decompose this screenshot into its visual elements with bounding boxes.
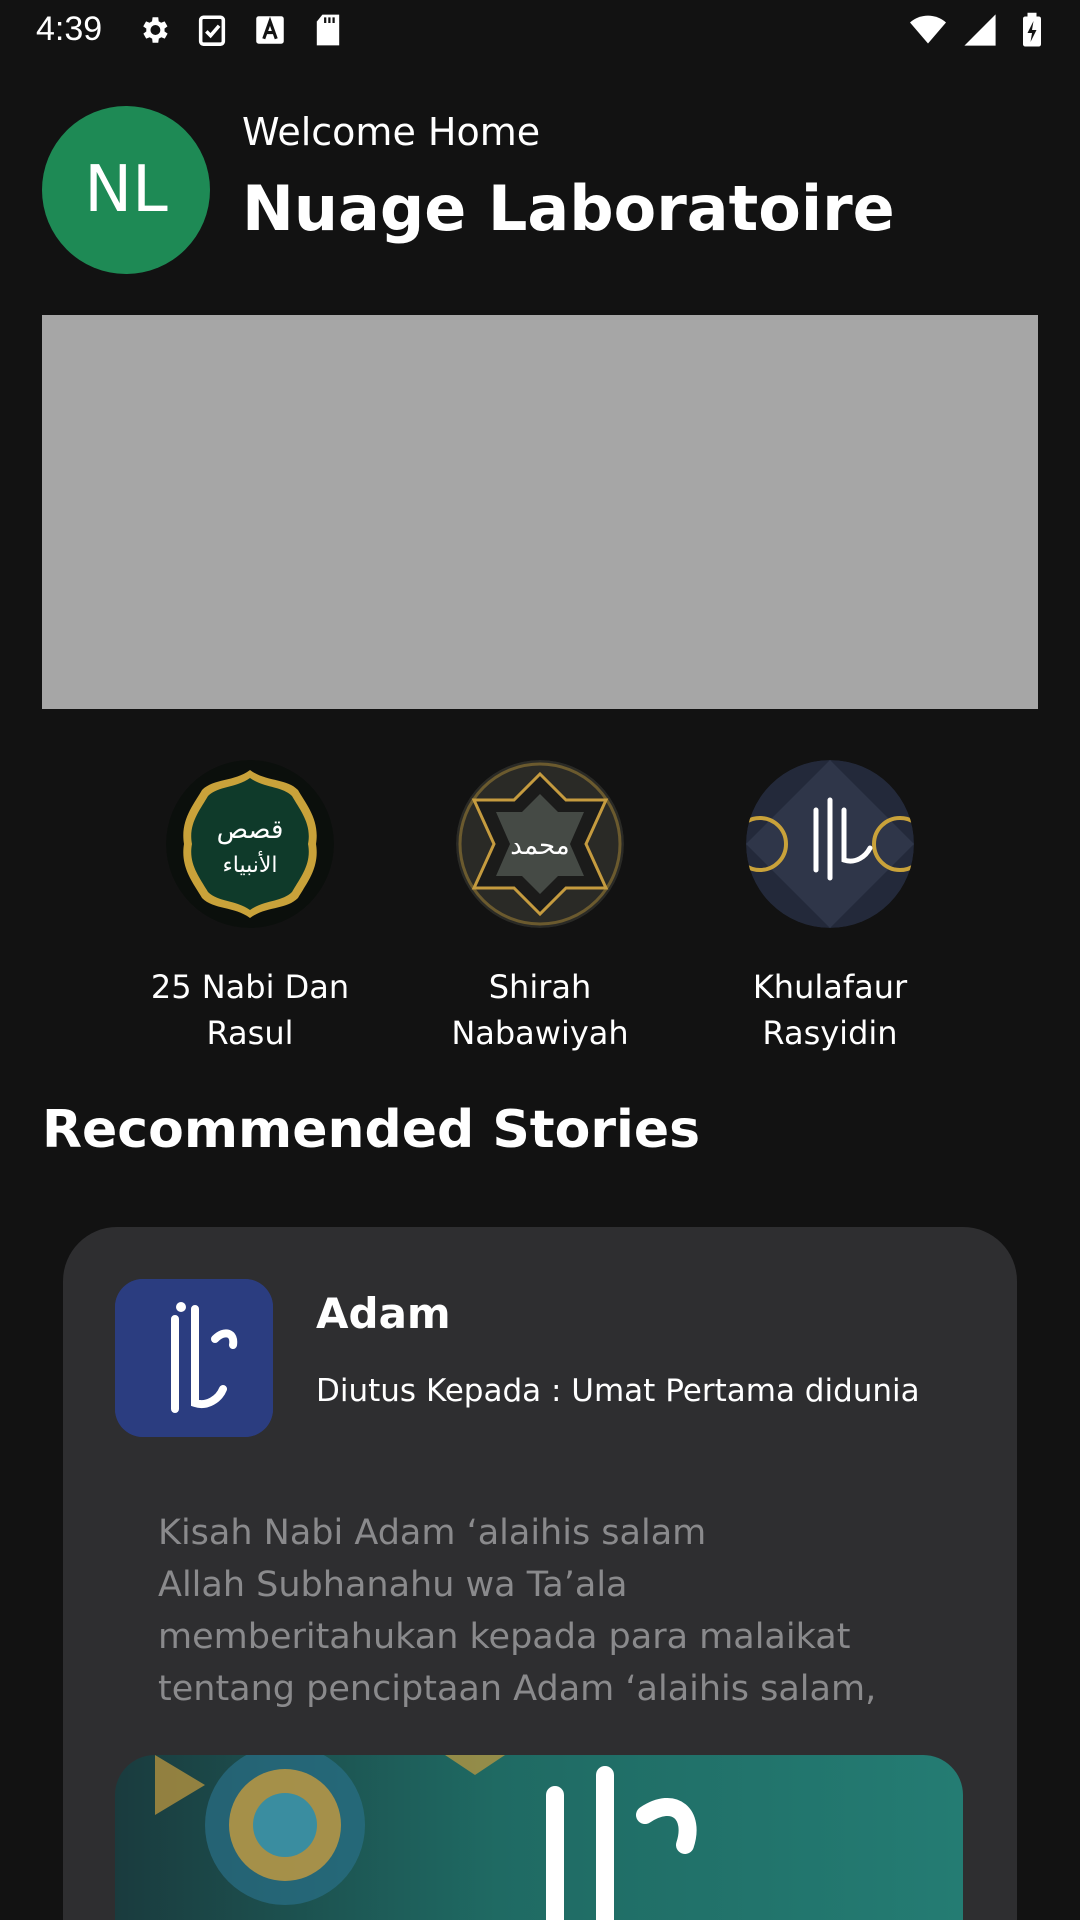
story-subtitle: Diutus Kepada : Umat Pertama didunia: [316, 1373, 920, 1409]
story-title: Adam: [316, 1289, 451, 1338]
sd-card-icon: [310, 12, 346, 48]
category-item-khulafaur-rasyidin[interactable]: Khulafaur Rasyidin: [710, 760, 950, 1060]
category-item-shirah-nabawiyah[interactable]: محمد Shirah Nabawiyah: [420, 760, 660, 1060]
svg-text:قصص: قصص: [217, 815, 284, 845]
svg-text:محمد: محمد: [510, 831, 569, 861]
story-hero-image: [115, 1755, 963, 1920]
story-excerpt: Kisah Nabi Adam ‘alaihis salam Allah Sub…: [158, 1513, 877, 1709]
story-thumbnail: [115, 1279, 273, 1437]
category-label: Shirah Nabawiyah: [451, 968, 629, 1052]
story-card[interactable]: Adam Diutus Kepada : Umat Pertama diduni…: [63, 1227, 1017, 1920]
status-bar: 4:39: [0, 0, 1080, 64]
battery-charging-icon: [1014, 12, 1050, 48]
wifi-icon: [910, 12, 946, 48]
banner-placeholder[interactable]: [42, 315, 1038, 709]
welcome-text: Welcome Home: [242, 110, 541, 154]
muhammad-rasulullah-medallion-icon: محمد: [456, 760, 624, 928]
status-time: 4:39: [36, 10, 103, 48]
signal-icon: [962, 12, 998, 48]
recommended-stories-title: Recommended Stories: [42, 1100, 701, 1160]
status-icons-right: [910, 12, 1050, 48]
category-item-nabi-rasul[interactable]: قصص الأنبياء 25 Nabi Dan Rasul: [130, 760, 370, 1060]
font-a-icon: [252, 12, 288, 48]
khalifah-medallion-icon: [746, 760, 914, 928]
svg-text:الأنبياء: الأنبياء: [222, 851, 277, 878]
user-name: Nuage Laboratoire: [242, 172, 895, 245]
qasas-medallion-icon: قصص الأنبياء: [166, 760, 334, 928]
avatar[interactable]: NL: [42, 106, 210, 274]
category-label: Khulafaur Rasyidin: [752, 968, 908, 1052]
gear-icon: [136, 12, 172, 48]
status-icons-left: [136, 12, 346, 48]
clipboard-check-icon: [194, 12, 230, 48]
category-list: قصص الأنبياء 25 Nabi Dan Rasul محمد Shir…: [130, 760, 950, 1060]
category-label: 25 Nabi Dan Rasul: [150, 968, 350, 1052]
avatar-initials: NL: [84, 153, 168, 227]
